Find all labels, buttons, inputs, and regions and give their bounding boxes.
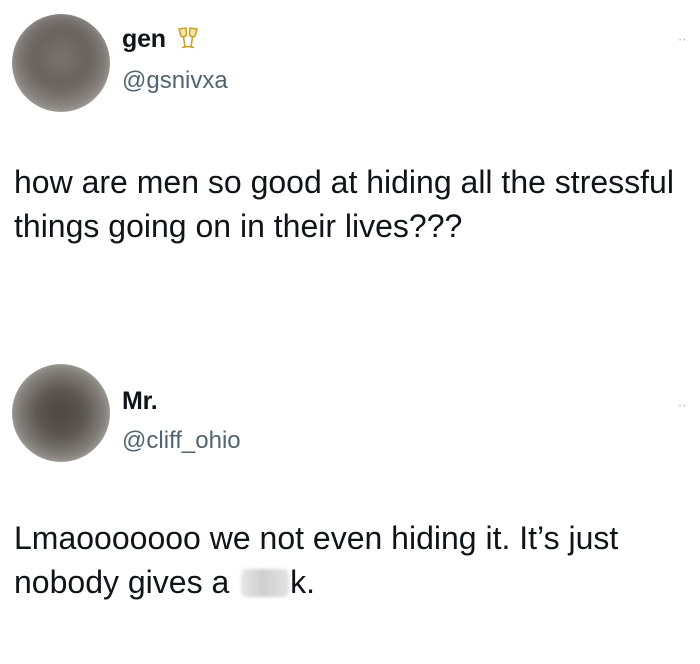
tweet-card: gen @gsnivxa ·· how are men so good at h…	[0, 0, 700, 300]
blurred-avatar-image	[12, 14, 110, 112]
more-options-icon[interactable]: ··	[677, 398, 687, 414]
author-display-name[interactable]: Mr.	[122, 386, 158, 416]
tweet-text-after-censor: k.	[290, 564, 316, 600]
more-options-icon[interactable]: ··	[677, 32, 687, 48]
tweet-text: Lmaooooooo we not even hiding it. It’s j…	[14, 516, 690, 604]
tweet-author-row: gen	[122, 24, 202, 54]
avatar[interactable]	[12, 364, 110, 462]
author-handle[interactable]: @gsnivxa	[122, 66, 228, 96]
avatar[interactable]	[12, 14, 110, 112]
author-handle[interactable]: @cliff_ohio	[122, 426, 241, 456]
tweet-text: how are men so good at hiding all the st…	[14, 164, 674, 244]
champagne-glasses-icon	[174, 25, 202, 53]
tweet-card: Mr. @cliff_ohio ·· Lmaooooooo we not eve…	[0, 340, 700, 664]
tweet-text-before-censor: Lmaooooooo we not even hiding it. It’s j…	[14, 520, 619, 600]
tweet-author-row: Mr.	[122, 386, 158, 416]
blurred-avatar-image	[12, 364, 110, 462]
censor-blur	[241, 569, 290, 597]
author-display-name[interactable]: gen	[122, 24, 166, 54]
